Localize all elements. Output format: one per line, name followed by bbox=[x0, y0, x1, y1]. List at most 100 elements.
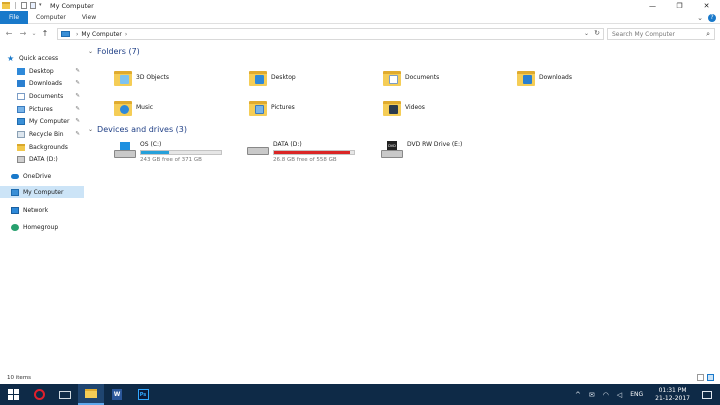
action-center-icon[interactable] bbox=[702, 390, 712, 399]
sidebar-item-backgrounds[interactable]: Backgrounds bbox=[0, 141, 84, 153]
taskbar-desktop[interactable] bbox=[52, 384, 78, 405]
sidebar-item-pictures[interactable]: Pictures ✎ bbox=[0, 103, 84, 115]
address-bar[interactable]: › My Computer › ⌄ ↻ bbox=[57, 28, 604, 40]
sidebar-item-label: Pictures bbox=[29, 105, 53, 113]
sidebar-item-network[interactable]: Network bbox=[0, 204, 84, 216]
folder-music[interactable]: Music bbox=[114, 94, 153, 120]
folder-label: 3D Objects bbox=[136, 73, 170, 81]
folder-desktop[interactable]: Desktop bbox=[249, 64, 296, 90]
details-view-icon[interactable] bbox=[697, 374, 704, 381]
pin-icon: ✎ bbox=[75, 93, 80, 99]
new-folder-icon[interactable] bbox=[30, 2, 36, 9]
status-bar: 10 items bbox=[0, 372, 720, 384]
expand-ribbon-icon[interactable]: ⌄ bbox=[697, 14, 703, 22]
ribbon-right: ⌄ ? bbox=[697, 11, 716, 24]
start-button[interactable] bbox=[0, 384, 26, 405]
computer-icon bbox=[11, 188, 19, 196]
sidebar-item-label: My Computer bbox=[23, 188, 64, 196]
sidebar-item-homegroup[interactable]: Homegroup bbox=[0, 221, 84, 233]
sidebar-item-desktop[interactable]: Desktop ✎ bbox=[0, 65, 84, 77]
minimize-button[interactable]: — bbox=[639, 0, 666, 11]
maximize-button[interactable]: ❐ bbox=[666, 0, 693, 11]
properties-icon[interactable] bbox=[21, 2, 27, 9]
folder-downloads[interactable]: Downloads bbox=[517, 64, 572, 90]
folder-label: Downloads bbox=[539, 73, 572, 81]
windows-drive-icon bbox=[114, 141, 136, 159]
drive-data-d[interactable]: DATA (D:) 26.8 GB free of 558 GB bbox=[247, 141, 355, 167]
back-button[interactable]: ← bbox=[2, 29, 16, 38]
pin-icon: ✎ bbox=[75, 106, 80, 112]
taskbar-photoshop[interactable]: Ps bbox=[130, 384, 156, 405]
taskbar-opera[interactable] bbox=[26, 384, 52, 405]
tab-file[interactable]: File bbox=[0, 10, 29, 24]
star-icon: ★ bbox=[7, 53, 15, 63]
address-dropdown-icon[interactable]: ⌄ bbox=[584, 30, 589, 37]
folder-videos[interactable]: Videos bbox=[383, 94, 425, 120]
folder-3d-objects[interactable]: 3D Objects bbox=[114, 64, 169, 90]
explorer-window: ▾ My Computer — ❐ ✕ File Computer View ⌄… bbox=[0, 0, 720, 384]
homegroup-icon bbox=[11, 223, 19, 231]
content-pane: ⌄ Folders (7) 3D Objects Desktop Documen… bbox=[86, 44, 720, 364]
forward-button[interactable]: → bbox=[16, 29, 30, 38]
clock[interactable]: 01:31 PM 21-12-2017 bbox=[655, 387, 690, 403]
customize-dropdown-icon[interactable]: ▾ bbox=[39, 2, 44, 9]
folder-label: Desktop bbox=[271, 73, 296, 81]
folder-documents[interactable]: Documents bbox=[383, 64, 439, 90]
refresh-icon[interactable]: ↻ bbox=[594, 29, 600, 37]
show-hidden-icons[interactable]: ^ bbox=[575, 391, 581, 399]
sidebar-item-quick-access[interactable]: ★ Quick access bbox=[0, 52, 84, 64]
sidebar-item-label: My Computer bbox=[29, 117, 70, 125]
view-switcher bbox=[697, 374, 714, 381]
group-title: Devices and drives (3) bbox=[97, 125, 187, 134]
sidebar-item-label: Quick access bbox=[19, 54, 59, 62]
folders-group-header[interactable]: ⌄ Folders (7) bbox=[88, 47, 140, 56]
sidebar-item-recycle-bin[interactable]: Recycle Bin ✎ bbox=[0, 128, 84, 140]
sidebar-item-onedrive[interactable]: OneDrive bbox=[0, 170, 84, 182]
folder-label: Pictures bbox=[271, 103, 295, 111]
opera-icon bbox=[33, 389, 45, 400]
sidebar-item-my-computer-quick[interactable]: My Computer ✎ bbox=[0, 115, 84, 127]
sidebar-item-data-drive[interactable]: DATA (D:) bbox=[0, 153, 84, 165]
taskbar-word[interactable]: W bbox=[104, 384, 130, 405]
drive-dvd-e[interactable]: DVD DVD RW Drive (E:) bbox=[381, 141, 462, 167]
download-icon bbox=[17, 79, 25, 87]
system-tray: ^ ✉ ◠ ◁ ENG 01:31 PM 21-12-2017 bbox=[571, 384, 720, 405]
search-input[interactable]: Search My Computer ⌕ bbox=[607, 28, 715, 40]
language-indicator[interactable]: ENG bbox=[630, 391, 643, 398]
volume-icon[interactable]: ◁ bbox=[617, 391, 622, 399]
desktop-icon bbox=[17, 67, 25, 75]
navigation-pane: ★ Quick access Desktop ✎ Downloads ✎ Doc… bbox=[0, 46, 84, 366]
sidebar-item-my-computer[interactable]: My Computer bbox=[0, 186, 84, 198]
tab-view[interactable]: View bbox=[74, 11, 104, 24]
videos-folder-icon bbox=[383, 97, 401, 117]
drive-label: DATA (D:) bbox=[273, 141, 302, 148]
sidebar-item-label: Homegroup bbox=[23, 223, 59, 231]
drives-group-header[interactable]: ⌄ Devices and drives (3) bbox=[88, 125, 187, 134]
help-icon[interactable]: ? bbox=[708, 13, 716, 22]
drive-os-c[interactable]: OS (C:) 243 GB free of 371 GB bbox=[114, 141, 222, 167]
network-tray-icon[interactable]: ✉ bbox=[589, 391, 595, 399]
collapse-icon: ⌄ bbox=[88, 48, 94, 55]
taskbar: W Ps ^ ✉ ◠ ◁ ENG 01:31 PM 21-12-2017 bbox=[0, 384, 720, 405]
wifi-icon[interactable]: ◠ bbox=[603, 391, 609, 399]
drive-free-space: 243 GB free of 371 GB bbox=[140, 157, 202, 163]
tab-computer[interactable]: Computer bbox=[28, 11, 74, 24]
close-button[interactable]: ✕ bbox=[693, 0, 720, 11]
ribbon: File Computer View ⌄ ? bbox=[0, 10, 720, 24]
monitor-icon bbox=[59, 390, 71, 399]
3d-objects-folder-icon bbox=[114, 67, 132, 87]
large-icons-view-icon[interactable] bbox=[707, 374, 714, 381]
taskbar-file-explorer[interactable] bbox=[78, 384, 104, 405]
breadcrumb-chevron[interactable]: › bbox=[76, 31, 78, 38]
up-button[interactable]: ↑ bbox=[38, 29, 52, 38]
folder-pictures[interactable]: Pictures bbox=[249, 94, 295, 120]
drive-usage-fill bbox=[274, 151, 351, 154]
recent-locations-button[interactable]: ⌄ bbox=[30, 30, 38, 37]
music-folder-icon bbox=[114, 97, 132, 117]
breadcrumb-my-computer[interactable]: My Computer bbox=[81, 31, 121, 38]
folder-icon bbox=[17, 143, 25, 151]
breadcrumb-chevron[interactable]: › bbox=[125, 31, 127, 38]
sidebar-item-downloads[interactable]: Downloads ✎ bbox=[0, 77, 84, 89]
sidebar-item-documents[interactable]: Documents ✎ bbox=[0, 90, 84, 102]
dvd-drive-icon: DVD bbox=[381, 141, 403, 159]
